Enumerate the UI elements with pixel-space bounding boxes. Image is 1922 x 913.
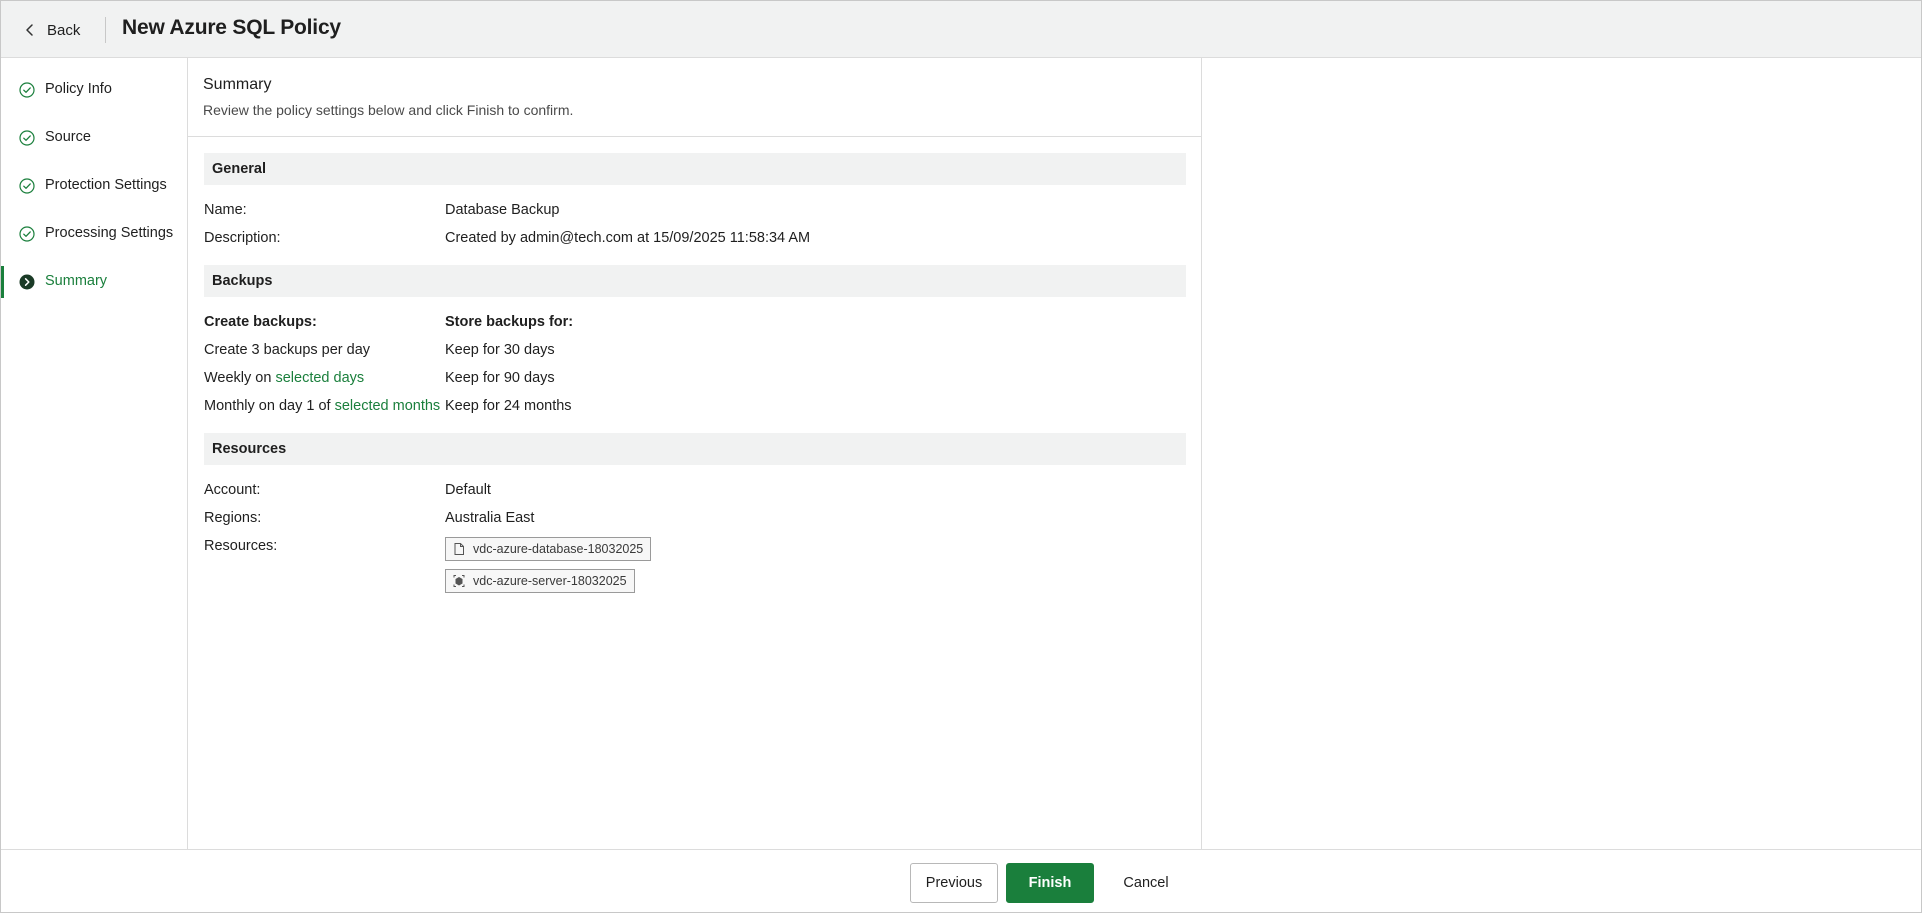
step-summary[interactable]: Summary	[1, 266, 187, 298]
wizard-steps-sidebar: Policy Info Source Protection Settings P…	[1, 58, 188, 849]
section-heading: General	[212, 161, 266, 177]
step-label: Protection Settings	[45, 177, 167, 193]
monthly-schedule: Monthly on day 1 of selected months	[204, 398, 440, 414]
selected-months-link[interactable]: selected months	[335, 398, 441, 414]
previous-button[interactable]: Previous	[910, 863, 998, 903]
regions-value: Australia East	[445, 510, 535, 526]
section-resources: Resources	[204, 433, 1186, 465]
section-general: General	[204, 153, 1186, 185]
header-bar: Back New Azure SQL Policy	[1, 1, 1921, 58]
chevron-left-icon	[26, 24, 33, 36]
resource-chip[interactable]: vdc-azure-database-18032025	[445, 537, 652, 561]
store-backups-header: Store backups for:	[445, 314, 574, 330]
name-label: Name:	[204, 202, 247, 218]
step-processing-settings[interactable]: Processing Settings	[1, 218, 187, 250]
check-circle-icon	[19, 82, 35, 98]
selected-days-link[interactable]: selected days	[275, 370, 364, 386]
section-heading: Resources	[212, 441, 287, 457]
step-label: Source	[45, 129, 91, 145]
app-window: Back New Azure SQL Policy Policy Info So…	[0, 0, 1922, 913]
resources-label: Resources:	[204, 538, 278, 554]
check-circle-icon	[19, 178, 35, 194]
check-circle-icon	[19, 226, 35, 242]
footer-bar: Previous Finish Cancel	[1, 849, 1921, 912]
resource-name: vdc-azure-database-18032025	[473, 542, 644, 556]
daily-retention: Keep for 30 days	[445, 342, 555, 358]
right-empty-panel	[1203, 58, 1921, 849]
database-file-icon	[454, 543, 464, 555]
step-label: Summary	[45, 273, 108, 289]
description-value: Created by admin@tech.com at 15/09/2025 …	[445, 230, 811, 246]
resource-chip[interactable]: vdc-azure-server-18032025	[445, 569, 635, 593]
section-heading: Backups	[212, 273, 273, 289]
name-value: Database Backup	[445, 202, 560, 218]
cancel-button[interactable]: Cancel	[1104, 863, 1188, 903]
check-circle-icon	[19, 130, 35, 146]
create-backups-header: Create backups:	[204, 314, 317, 330]
current-step-icon	[19, 274, 35, 290]
summary-title: Summary	[203, 76, 272, 93]
weekly-schedule: Weekly on selected days	[204, 370, 364, 386]
section-backups: Backups	[204, 265, 1186, 297]
page-title: New Azure SQL Policy	[122, 16, 341, 39]
back-label: Back	[47, 21, 81, 39]
step-source[interactable]: Source	[1, 122, 187, 154]
weekly-prefix: Weekly on	[204, 370, 272, 386]
summary-header: Summary Review the policy settings below…	[188, 58, 1202, 137]
server-icon	[453, 575, 465, 587]
step-policy-info[interactable]: Policy Info	[1, 74, 187, 106]
step-label: Policy Info	[45, 81, 112, 97]
description-label: Description:	[204, 230, 281, 246]
resource-name: vdc-azure-server-18032025	[473, 574, 627, 588]
monthly-retention: Keep for 24 months	[445, 398, 572, 414]
step-protection-settings[interactable]: Protection Settings	[1, 170, 187, 202]
monthly-prefix: Monthly on day 1 of	[204, 398, 331, 414]
summary-subtitle: Review the policy settings below and cli…	[203, 102, 574, 118]
account-label: Account:	[204, 482, 261, 498]
header-divider	[105, 17, 106, 43]
step-label: Processing Settings	[45, 225, 174, 241]
account-value: Default	[445, 482, 491, 498]
summary-panel: Summary Review the policy settings below…	[188, 58, 1202, 849]
weekly-retention: Keep for 90 days	[445, 370, 555, 386]
back-button[interactable]: Back	[15, 15, 88, 45]
finish-button[interactable]: Finish	[1006, 863, 1094, 903]
daily-schedule: Create 3 backups per day	[204, 342, 371, 358]
regions-label: Regions:	[204, 510, 262, 526]
